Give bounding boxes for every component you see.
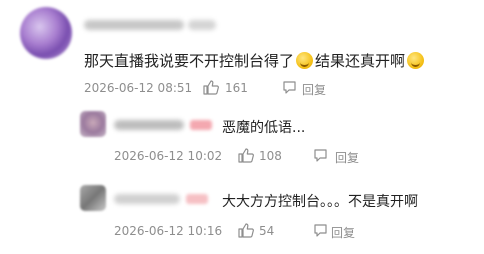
- reply-button[interactable]: 回复: [302, 81, 326, 98]
- reply-button[interactable]: 回复: [331, 224, 355, 241]
- username-suffix-blurred: [188, 20, 216, 30]
- avatar[interactable]: [20, 7, 72, 59]
- user-badge: [190, 120, 212, 130]
- reply-username-blurred[interactable]: [114, 120, 184, 130]
- comment-text: 那天直播我说要不开控制台得了 结果还真开啊: [84, 50, 426, 71]
- reply-button[interactable]: 回复: [335, 149, 359, 166]
- user-badge: [186, 194, 208, 204]
- reply-username-blurred[interactable]: [114, 194, 180, 204]
- like-icon[interactable]: [203, 80, 219, 95]
- like-count: 161: [225, 81, 248, 95]
- like-icon[interactable]: [238, 148, 254, 163]
- reply-avatar[interactable]: [80, 111, 106, 137]
- reply-icon[interactable]: [282, 80, 297, 95]
- like-count: 108: [259, 149, 282, 163]
- like-count: 54: [259, 224, 275, 238]
- reply-icon[interactable]: [313, 148, 328, 163]
- laughing-tears-emoji-icon: [407, 52, 425, 69]
- like-icon[interactable]: [238, 223, 254, 238]
- comment-text-part2: 结果还真开啊: [315, 52, 406, 70]
- username-blurred[interactable]: [84, 20, 184, 30]
- reply-text: 恶魔的低语...: [222, 120, 306, 136]
- reply-timestamp: 2026-06-12 10:16: [114, 224, 223, 238]
- reply-timestamp: 2026-06-12 10:02: [114, 149, 223, 163]
- comment-text-part1: 那天直播我说要不开控制台得了: [84, 52, 295, 70]
- reply-avatar[interactable]: [80, 185, 106, 211]
- reply-text: 大大方方控制台。。。不是真开啊: [222, 194, 418, 210]
- reply-icon[interactable]: [313, 223, 328, 238]
- comment-timestamp: 2026-06-12 08:51: [84, 81, 193, 95]
- laughing-tears-emoji-icon: [296, 52, 314, 69]
